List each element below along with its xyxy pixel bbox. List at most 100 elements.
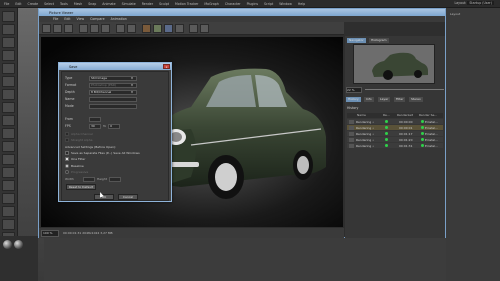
picture-viewer-titlebar[interactable]: Picture Viewer [39,9,445,16]
tool-icon[interactable] [2,128,15,139]
last-frame-icon[interactable] [101,24,110,33]
blue-channel-icon[interactable] [164,24,173,33]
format-select[interactable]: Photoshop (PSD) [89,82,137,88]
app-menu-item[interactable]: Mesh [74,2,82,6]
cancel-button[interactable]: Cancel [118,194,138,200]
history-row[interactable]: Rendering • 00:00:00 Einstel... [347,119,443,124]
straight-alpha-checkbox[interactable] [65,138,69,142]
tool-icon[interactable] [2,89,15,100]
red-channel-icon[interactable] [142,24,151,33]
tool-icon[interactable] [2,24,15,35]
app-menu-item[interactable]: Render [142,2,153,6]
tool-icon[interactable] [2,50,15,61]
app-menu-item[interactable]: MoGraph [204,2,218,6]
tab-info[interactable]: Info [364,97,374,102]
tool-icon[interactable] [2,141,15,152]
zoom-field[interactable]: 100 % [41,229,59,237]
tool-icon[interactable] [2,11,15,22]
app-menu-item[interactable]: Help [298,2,305,6]
tab-navigator[interactable]: Navigator [347,38,366,43]
tool-icon[interactable] [2,180,15,191]
tool-icon[interactable] [2,219,15,230]
navigator-thumbnail[interactable] [353,44,435,84]
mode-field[interactable] [89,103,137,109]
pv-menu-item[interactable]: Edit [64,17,70,21]
pv-menu-item[interactable]: Animation [111,17,127,21]
pv-menu-item[interactable]: File [53,17,58,21]
play-icon[interactable] [79,24,88,33]
ab-icon[interactable] [127,24,136,33]
tool-icon[interactable] [2,76,15,87]
app-menu-item[interactable]: Window [279,2,292,6]
app-menu-item[interactable]: Character [225,2,241,6]
compare-icon[interactable] [116,24,125,33]
app-menu-item[interactable]: Snap [88,2,96,6]
green-channel-icon[interactable] [153,24,162,33]
material-preview[interactable] [3,240,12,249]
navigator-zoom-slider[interactable] [365,89,444,90]
grid-icon[interactable] [189,24,198,33]
tool-icon[interactable] [2,102,15,113]
pv-menu-item[interactable]: View [77,17,85,21]
save-dialog-titlebar[interactable]: Save [59,63,171,70]
app-menu-item[interactable]: Script [264,2,273,6]
render-icon[interactable] [53,24,62,33]
tab-layout[interactable]: Layout [450,12,460,17]
tool-icon[interactable] [2,37,15,48]
tool-icon[interactable] [2,167,15,178]
layout-selector[interactable]: Layout: Startup (User) [454,1,494,5]
tool-icon[interactable] [2,206,15,217]
col-render-time[interactable]: Renderzeit [397,113,419,118]
app-menu-item[interactable]: Simulate [122,2,136,6]
tab-stereo[interactable]: Stereo [409,97,423,102]
app-menu-item[interactable]: Animate [102,2,115,6]
close-button[interactable]: x [163,64,170,69]
from-field[interactable] [89,116,101,122]
height-field[interactable] [108,176,121,182]
history-row[interactable]: Rendering • 00:00:01 Einstel... [347,125,443,130]
material-preview[interactable] [14,240,23,249]
to-field[interactable]: 0 [108,123,121,129]
col-render-setting[interactable]: Render Se... [419,113,443,118]
save-icon[interactable] [42,24,51,33]
tool-icon[interactable] [2,115,15,126]
tool-icon[interactable] [2,154,15,165]
baseline-radio[interactable] [65,164,69,168]
history-row[interactable]: Rendering • 00:01:20 Einstel... [347,137,443,142]
name-field[interactable] [89,96,137,102]
col-re[interactable]: Re... [383,113,397,118]
app-menu-item[interactable]: Select [44,2,54,6]
layout-value[interactable]: Startup (User) [467,1,494,5]
next-frame-icon[interactable] [90,24,99,33]
tab-filter[interactable]: Filter [394,97,406,102]
pv-menu-item[interactable]: Compare [90,17,104,21]
alpha-channel-icon[interactable] [175,24,184,33]
ok-button[interactable]: OK [94,194,114,200]
tool-icon[interactable] [2,63,15,74]
history-row[interactable]: Rendering • 00:01:17 Einstel... [347,131,443,136]
app-menu-item[interactable]: Plugins [247,2,258,6]
tool-icon[interactable] [2,193,15,204]
tab-layer[interactable]: Layer [378,97,391,102]
tab-histogram[interactable]: Histogram [369,38,389,43]
tab-history[interactable]: History [346,97,361,102]
app-menu-item[interactable]: Edit [15,2,21,6]
progressive-radio[interactable] [65,170,69,174]
navigator-zoom-field[interactable]: 22 % [346,86,362,93]
history-row[interactable]: Rendering • 00:01:31 Einstel... [347,143,443,148]
type-select[interactable]: Still Image [89,75,137,81]
fullscreen-icon[interactable] [200,24,209,33]
separate-files-checkbox[interactable] [65,151,69,155]
alpha-checkbox[interactable] [65,132,69,136]
app-menu-item[interactable]: Tools [60,2,68,6]
one-filter-checkbox[interactable] [65,157,69,161]
stop-icon[interactable] [64,24,73,33]
app-menu-item[interactable]: Motion Tracker [175,2,198,6]
fps-field[interactable]: 30 [89,123,101,129]
app-menu-item[interactable]: File [4,2,9,6]
col-name[interactable]: Name [357,113,383,118]
app-menu-item[interactable]: Create [28,2,39,6]
width-field[interactable] [83,176,95,182]
depth-select[interactable]: 8 Bit/Channel [89,89,137,95]
app-menu-item[interactable]: Sculpt [159,2,169,6]
